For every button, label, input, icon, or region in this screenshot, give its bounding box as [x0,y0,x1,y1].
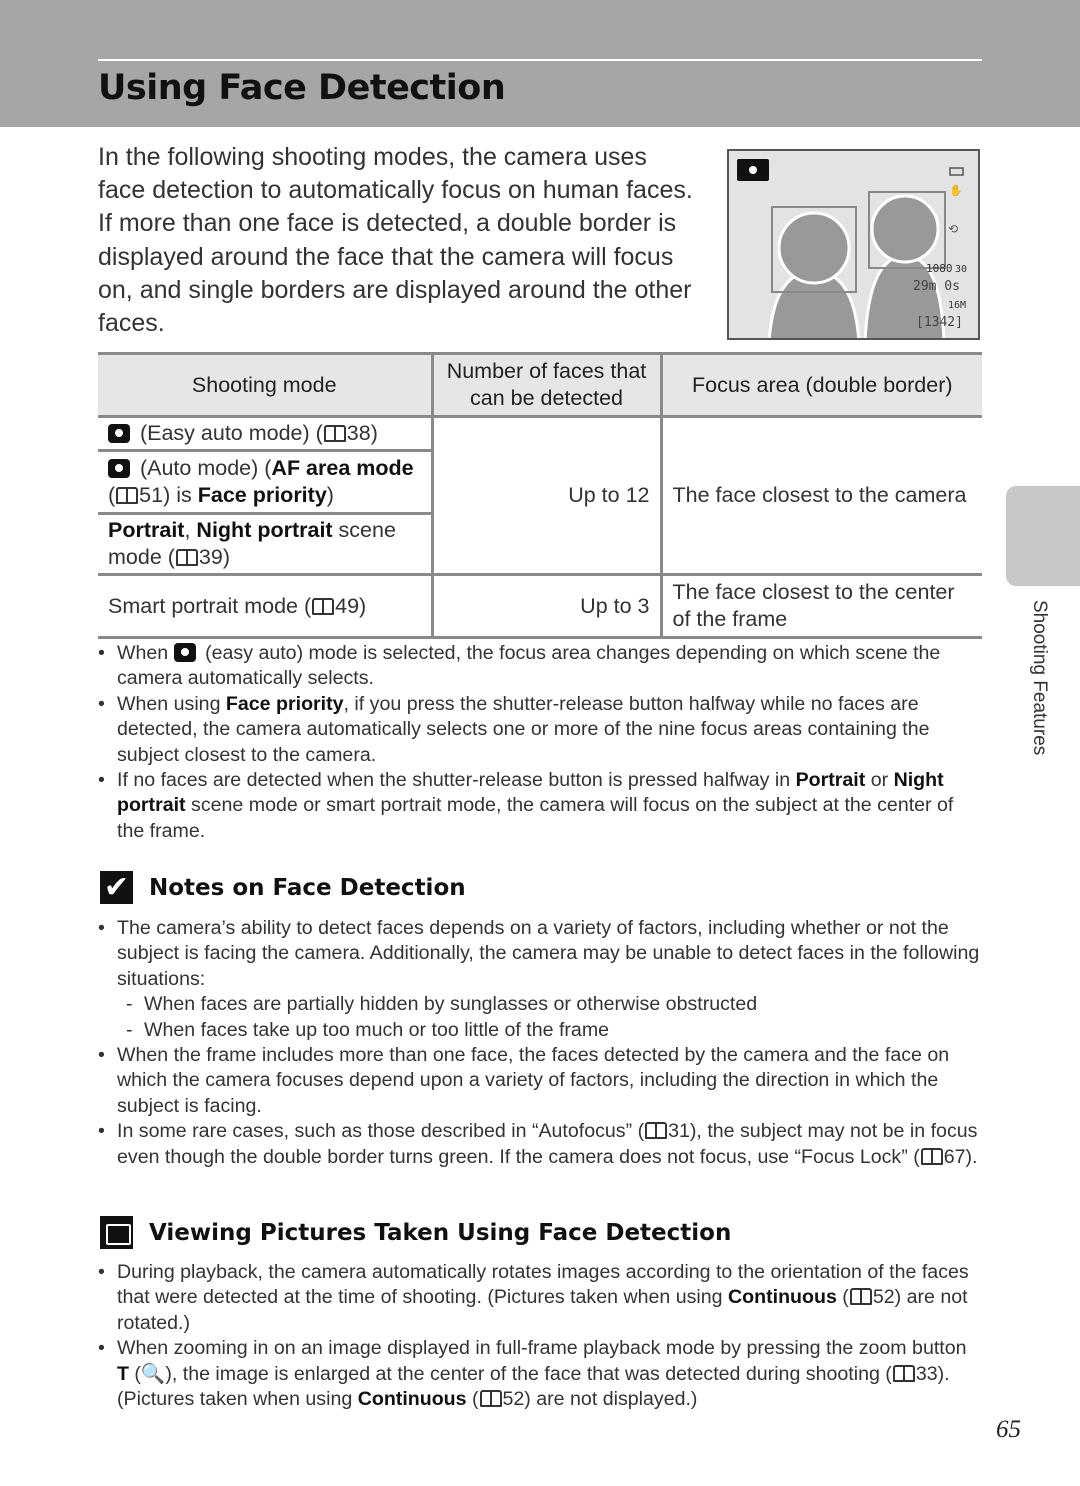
text-segment: Face priority [225,692,344,715]
text-segment: Portrait [795,769,866,792]
motion-icon: ⟲ [948,222,958,236]
page-reference-icon [645,1122,668,1140]
text-segment: 49) [335,593,367,618]
text-segment: AF area mode [271,456,414,480]
text-segment: 51) is [139,483,198,507]
page-reference-icon [892,1364,915,1382]
header-shooting-mode: Shooting mode [98,352,434,418]
section-tab [1006,486,1080,586]
text-segment: Smart portrait mode ( [108,593,312,618]
page-reference-icon [312,597,335,615]
text-segment: or [865,769,894,792]
page-reference-icon [920,1147,943,1165]
notes-title: Notes on Face Detection [149,874,466,901]
face-detection-diagram: ✋ ⟲ 1080 30 29m 0s 16M [1342] [737,159,967,338]
svg-text:30: 30 [955,264,967,275]
text-segment: (🔍), the image is enlarged at the center… [128,1362,892,1385]
text-segment: T [117,1362,129,1385]
list-item: If no faces are detected when the shutte… [98,768,982,844]
text-segment: 39) [198,545,230,569]
easy-auto-mode-icon [108,424,130,443]
check-icon: ✔ [100,871,133,904]
text-segment: ) [326,483,334,507]
mode-easy-auto: (Easy auto mode) ( 38) [98,415,434,452]
list-item: When the frame includes more than one fa… [98,1043,982,1119]
text-segment: Night portrait [196,518,333,542]
header-faces: Number of faces that can be detected [432,352,663,418]
text-segment: (Easy auto mode) ( [134,421,323,445]
text-segment: ( [836,1286,849,1309]
list-item: When zooming in on an image displayed in… [98,1336,982,1412]
list-item: In some rare cases, such as those descri… [98,1119,982,1170]
page-number: 65 [996,1416,1021,1443]
text-segment: When zooming in on an image displayed in… [117,1337,967,1360]
text-segment: 38) [346,421,378,445]
section-label: Shooting Features [1029,600,1050,756]
image-size: 16M [948,300,966,311]
text-segment: When using [117,692,226,715]
text-segment: The camera’s ability to detect faces dep… [117,917,980,990]
intro-text: In the following shooting modes, the cam… [98,143,693,338]
video-mode-text: 1080 [926,262,953,275]
sub-list-item: When faces take up too much or too littl… [98,1018,982,1044]
text-segment: When [117,642,174,664]
exposures-remaining: [1342] [916,315,963,330]
faces-up-to-3: Up to 3 [432,573,663,639]
camera-screen-illustration: ✋ ⟲ 1080 30 29m 0s 16M [1342] [727,149,980,340]
notes-list: The camera’s ability to detect faces dep… [98,916,982,1170]
page-reference-icon [323,425,346,442]
page-title: Using Face Detection [98,68,506,108]
easy-auto-mode-icon [173,643,196,662]
page-reference-icon [175,549,198,566]
remaining-time: 29m 0s [913,279,960,294]
text-segment: If no faces are detected when the shutte… [117,769,796,792]
page-reference-icon [116,487,139,504]
notes-heading: ✔ Notes on Face Detection [100,871,466,904]
note-icon [100,1216,133,1249]
text-segment: Continuous [728,1286,837,1309]
header-focus-area: Focus area (double border) [661,352,982,418]
mode-auto: (Auto mode) (AF area mode (51) is Face p… [98,449,434,515]
page-reference-icon [479,1390,502,1408]
viewing-heading: Viewing Pictures Taken Using Face Detect… [100,1216,731,1249]
table-notes-list: When (easy auto) mode is selected, the f… [98,641,982,844]
text-segment: When faces are partially hidden by sungl… [144,993,758,1016]
text-segment: (Auto mode) ( [134,456,272,480]
sub-list-item: When faces are partially hidden by sungl… [98,992,982,1018]
list-item: When using Face priority, if you press t… [98,692,982,768]
text-segment: , [184,518,197,542]
text-segment: Face priority [197,483,327,507]
text-segment: scene mode or smart portrait mode, the c… [117,794,954,842]
text-segment: 52) are not displayed.) [502,1388,698,1411]
header-rule [98,59,982,61]
mode-portrait: Portrait, Night portrait scene mode (39) [98,512,434,576]
text-segment: In some rare cases, such as those descri… [117,1120,645,1143]
vr-icon: ✋ [949,184,963,197]
text-segment: When faces take up too much or too littl… [144,1018,610,1041]
viewing-list: During playback, the camera automaticall… [98,1260,982,1412]
viewing-title: Viewing Pictures Taken Using Face Detect… [149,1219,732,1246]
text-segment: Continuous [357,1388,467,1411]
text-segment: ( [108,483,116,507]
face-detection-table: Shooting mode Number of faces that can b… [98,352,982,639]
text-segment: (easy auto) mode is selected, the focus … [117,642,941,690]
list-item: The camera’s ability to detect faces dep… [98,916,982,992]
text-segment: Portrait [108,518,185,542]
mode-smart-portrait: Smart portrait mode ( 49) [98,573,434,639]
faces-up-to-12: Up to 12 [432,415,663,576]
page-reference-icon [849,1288,872,1306]
focus-closest-camera: The face closest to the camera [661,415,982,576]
list-item: During playback, the camera automaticall… [98,1260,982,1336]
text-segment: 67). [943,1145,978,1168]
auto-mode-icon [108,459,130,478]
list-item: When (easy auto) mode is selected, the f… [98,641,982,692]
text-segment: When the frame includes more than one fa… [117,1044,950,1117]
text-segment: ( [466,1388,479,1411]
focus-closest-center: The face closest to the center of the fr… [661,573,982,639]
battery-icon [949,167,964,176]
